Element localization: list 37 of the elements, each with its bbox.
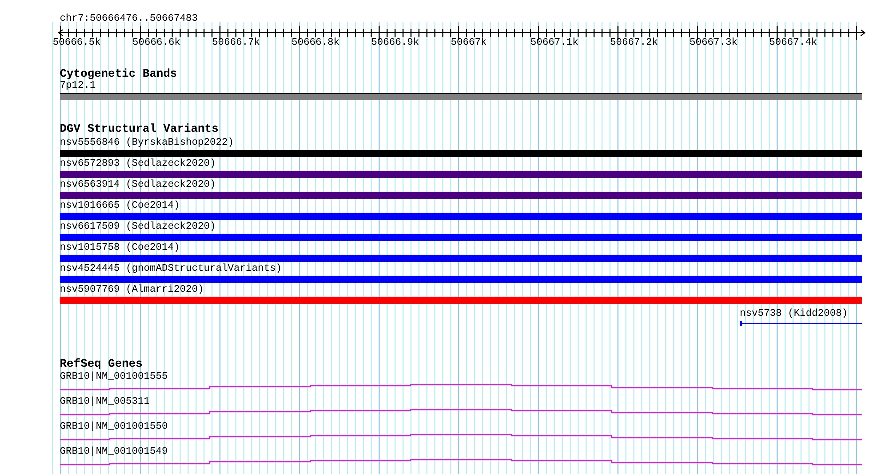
gene-label[interactable]: GRB10|NM_001001555 <box>60 371 168 384</box>
variant-bar[interactable] <box>60 213 862 220</box>
location-label: chr7:50666476..50667483 <box>60 14 198 26</box>
variant-label[interactable]: nsv6572893 (Sedlazeck2020) <box>60 158 216 171</box>
variant-bar[interactable] <box>60 171 862 178</box>
ruler-tick-label: 50666.5k <box>53 38 102 50</box>
variant-label[interactable]: nsv5738 (Kidd2008) <box>740 308 848 321</box>
ruler-tick-label: 50666.6k <box>132 38 181 50</box>
ruler-tick-label: 50666.7k <box>212 38 260 50</box>
track-title: RefSeq Genes <box>60 358 143 371</box>
ruler-tick-label: 50667.1k <box>530 38 579 50</box>
variant-label[interactable]: nsv5556846 (ByrskaBishop2022) <box>60 137 234 150</box>
ruler-tick-label: 50667.2k <box>610 38 658 50</box>
ruler-tick-label: 50667.4k <box>769 38 818 50</box>
ruler-tick-label: 50667k <box>451 38 488 50</box>
track-title: DGV Structural Variants <box>60 123 219 136</box>
variant-bar[interactable] <box>60 150 862 157</box>
variant-label[interactable]: nsv1015758 (Coe2014) <box>60 242 180 255</box>
variant-bar[interactable] <box>60 255 862 262</box>
gene-label[interactable]: GRB10|NM_005311 <box>60 396 150 409</box>
variant-bar[interactable] <box>60 234 862 241</box>
variant-label[interactable]: nsv6563914 (Sedlazeck2020) <box>60 179 216 192</box>
ruler-tick-label: 50666.8k <box>292 38 340 50</box>
variant-label[interactable]: nsv5907769 (Almarri2020) <box>60 284 204 297</box>
gene-label[interactable]: GRB10|NM_001001550 <box>60 421 168 434</box>
variant-label[interactable]: nsv1016665 (Coe2014) <box>60 200 180 213</box>
variant-line[interactable] <box>740 321 862 326</box>
gene-label[interactable]: GRB10|NM_001001549 <box>60 446 168 459</box>
variant-bar[interactable] <box>60 297 862 304</box>
variant-bar[interactable] <box>60 192 862 199</box>
variant-bar[interactable] <box>60 276 862 283</box>
variant-label[interactable]: nsv4524445 (gnomADStructuralVariants) <box>60 263 282 276</box>
band-label: 7p12.1 <box>60 81 98 93</box>
ruler-tick-label: 50667.3k <box>690 38 738 50</box>
ruler-tick-label: 50666.9k <box>371 38 420 50</box>
variant-label[interactable]: nsv6617509 (Sedlazeck2020) <box>60 221 216 234</box>
track-title: Cytogenetic Bands <box>60 68 178 81</box>
